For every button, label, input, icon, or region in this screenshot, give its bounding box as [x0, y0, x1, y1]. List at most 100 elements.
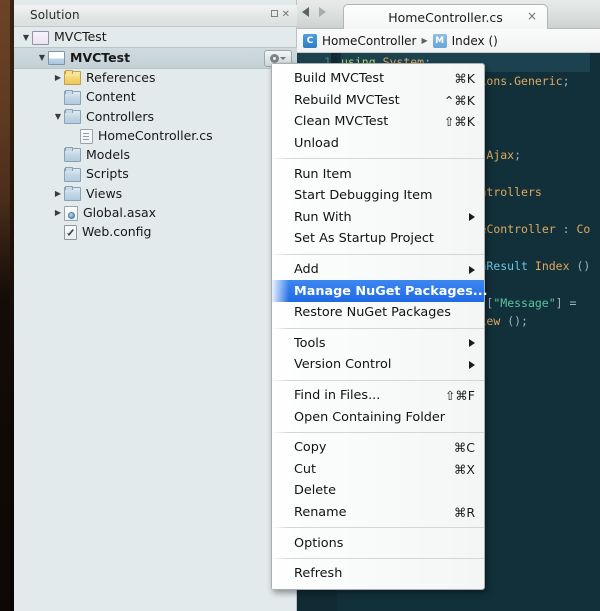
- twisty-closed-icon[interactable]: [52, 74, 64, 82]
- tree-item-controllers[interactable]: Controllers: [14, 107, 297, 126]
- desktop-edge-strip: [0, 0, 14, 611]
- breadcrumb-member[interactable]: Index (): [452, 34, 498, 48]
- menu-item-label: Find in Files...: [294, 388, 381, 404]
- menu-separator: [272, 557, 484, 559]
- twisty-open-icon[interactable]: [36, 54, 48, 62]
- asax-file-icon: [64, 205, 78, 221]
- close-icon[interactable]: ✕: [282, 10, 290, 20]
- menu-item-find-in-files[interactable]: Find in Files... ⇧⌘F: [272, 385, 484, 407]
- menu-item-restore-nuget-packages[interactable]: Restore NuGet Packages: [272, 302, 484, 324]
- submenu-arrow-icon: [469, 213, 475, 222]
- menu-item-delete[interactable]: Delete: [272, 480, 484, 502]
- twisty-open-icon[interactable]: [20, 34, 32, 42]
- menu-item-label: Set As Startup Project: [294, 231, 434, 247]
- menu-item-label: Cut: [294, 461, 317, 477]
- csharp-file-icon: [80, 128, 93, 144]
- menu-item-shortcut: ⇧⌘F: [444, 388, 475, 404]
- menu-item-label: Open Containing Folder: [294, 409, 446, 425]
- menu-item-label: Rename: [294, 504, 347, 520]
- menu-item-shortcut: ⌘R: [453, 504, 475, 520]
- menu-separator: [272, 431, 484, 433]
- ide-window: HomeController.cs × C HomeController ▶ M…: [0, 0, 600, 611]
- tree-item-global-asax[interactable]: Global.asax: [14, 204, 297, 223]
- tab-navigation: [302, 7, 326, 17]
- tree-item-label: Controllers: [86, 108, 154, 124]
- breadcrumb: C HomeController ▶ M Index (): [297, 29, 600, 53]
- menu-item-label: Start Debugging Item: [294, 188, 433, 204]
- menu-item-label: Manage NuGet Packages...: [294, 283, 488, 299]
- menu-item-cut[interactable]: Cut ⌘X: [272, 459, 484, 481]
- twisty-closed-icon[interactable]: [52, 190, 64, 198]
- editor-tab-bar: HomeController.cs ×: [297, 0, 600, 29]
- menu-item-run-item[interactable]: Run Item: [272, 163, 484, 185]
- menu-item-rebuild-mvctest[interactable]: Rebuild MVCTest ⌃⌘K: [272, 90, 484, 112]
- menu-item-manage-nuget-packages[interactable]: Manage NuGet Packages...: [272, 280, 488, 302]
- tree-item-label: Views: [86, 185, 123, 201]
- folder-icon: [64, 108, 81, 124]
- menu-item-label: Rebuild MVCTest: [294, 92, 400, 108]
- tree-item-scripts[interactable]: Scripts: [14, 165, 297, 184]
- config-file-icon: [64, 225, 77, 241]
- twisty-open-icon[interactable]: [52, 113, 64, 121]
- twisty-closed-icon[interactable]: [52, 209, 64, 217]
- tree-item-references[interactable]: References: [14, 69, 297, 88]
- nav-back-arrow-icon[interactable]: [302, 7, 309, 17]
- menu-item-label: Clean MVCTest: [294, 114, 389, 130]
- nav-forward-arrow-icon[interactable]: [319, 7, 326, 17]
- menu-item-label: Options: [294, 535, 344, 551]
- chevron-down-icon: [280, 57, 286, 61]
- project-icon: [48, 50, 65, 65]
- menu-item-rename[interactable]: Rename ⌘R: [272, 502, 484, 524]
- menu-separator: [272, 527, 484, 529]
- folder-icon: [64, 166, 81, 182]
- tree-item-web-config[interactable]: Web.config: [14, 223, 297, 242]
- menu-item-run-with[interactable]: Run With: [272, 207, 484, 229]
- menu-item-label: Delete: [294, 483, 337, 499]
- tree-item-views[interactable]: Views: [14, 184, 297, 203]
- chevron-right-icon: ▶: [421, 36, 428, 45]
- tree-item-label: MVCTest: [54, 29, 107, 45]
- menu-item-label: Run With: [294, 209, 352, 225]
- menu-separator: [272, 253, 484, 255]
- tree-item-models[interactable]: Models: [14, 146, 297, 165]
- menu-item-copy[interactable]: Copy ⌘C: [272, 437, 484, 459]
- submenu-arrow-icon: [469, 339, 475, 348]
- project-context-menu: Build MVCTest ⌘K Rebuild MVCTest ⌃⌘K Clean M…: [271, 63, 488, 591]
- tab-label: HomeController.cs: [388, 10, 503, 25]
- menu-item-shortcut: ⌘C: [453, 440, 475, 456]
- page-title: Solution: [30, 8, 80, 22]
- breadcrumb-class[interactable]: HomeController: [322, 34, 416, 48]
- tree-item-mvctest[interactable]: MVCTest: [14, 47, 297, 69]
- minimize-icon[interactable]: [270, 10, 278, 20]
- tree-item-label: Global.asax: [83, 205, 157, 221]
- tree-item-mvctest[interactable]: MVCTest: [14, 28, 297, 47]
- menu-item-refresh[interactable]: Refresh: [272, 563, 484, 585]
- menu-separator: [272, 379, 484, 381]
- menu-item-clean-mvctest[interactable]: Clean MVCTest ⇧⌘K: [272, 111, 484, 133]
- menu-item-set-as-startup-project[interactable]: Set As Startup Project: [272, 228, 484, 250]
- folder-icon: [64, 186, 81, 202]
- tree-item-label: References: [86, 69, 156, 85]
- menu-item-build-mvctest[interactable]: Build MVCTest ⌘K: [272, 68, 484, 90]
- menu-item-options[interactable]: Options: [272, 532, 484, 554]
- menu-item-version-control[interactable]: Version Control: [272, 354, 484, 376]
- tree-item-label: HomeController.cs: [98, 127, 213, 143]
- menu-item-add[interactable]: Add: [272, 259, 484, 281]
- menu-item-unload[interactable]: Unload: [272, 133, 484, 155]
- menu-item-label: Refresh: [294, 566, 343, 582]
- solution-tree: MVCTest MVCTest References Content Controlle…: [14, 28, 297, 242]
- folder-icon: [64, 89, 81, 105]
- tab-homecontroller-cs[interactable]: HomeController.cs ×: [343, 4, 548, 29]
- menu-item-open-containing-folder[interactable]: Open Containing Folder: [272, 406, 484, 428]
- close-icon[interactable]: ×: [527, 10, 537, 22]
- solution-pad-header: Solution ✕: [14, 5, 297, 27]
- tree-item-label: Scripts: [86, 166, 129, 182]
- folder-icon: [64, 147, 81, 163]
- menu-item-start-debugging-item[interactable]: Start Debugging Item: [272, 185, 484, 207]
- tree-item-content[interactable]: Content: [14, 88, 297, 107]
- menu-item-label: Copy: [294, 440, 327, 456]
- menu-item-tools[interactable]: Tools: [272, 333, 484, 355]
- desktop-edge-shadow: [10, 0, 14, 611]
- solution-icon: [32, 30, 49, 45]
- tree-item-homecontroller-cs[interactable]: HomeController.cs: [14, 126, 297, 145]
